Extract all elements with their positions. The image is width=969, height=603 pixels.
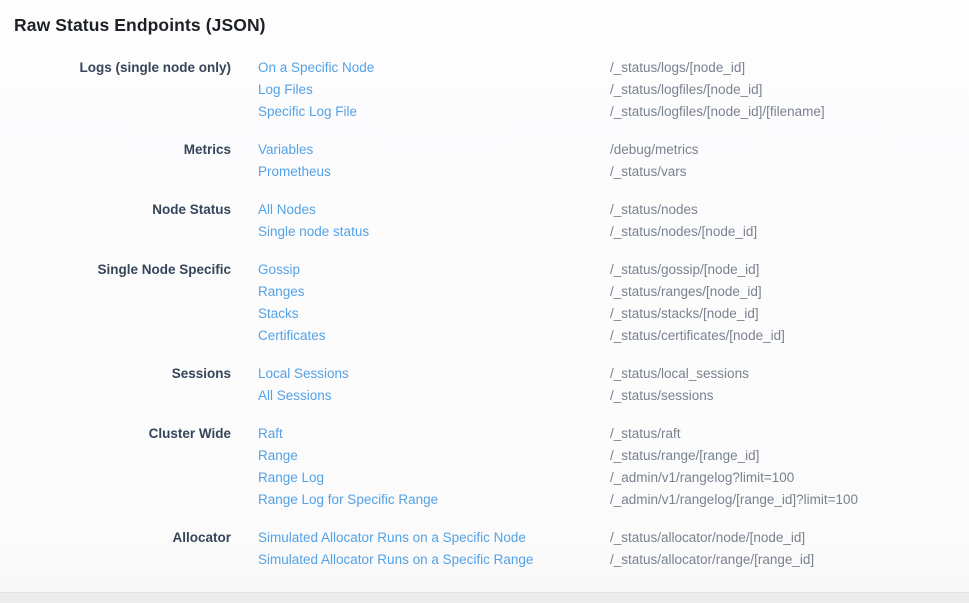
- endpoint-group: AllocatorSimulated Allocator Runs on a S…: [14, 527, 955, 571]
- endpoint-link[interactable]: Raft: [258, 423, 610, 445]
- endpoint-path: /_admin/v1/rangelog?limit=100: [610, 467, 858, 489]
- endpoint-link[interactable]: All Sessions: [258, 385, 610, 407]
- page-title: Raw Status Endpoints (JSON): [14, 15, 955, 36]
- endpoint-link[interactable]: Range: [258, 445, 610, 467]
- endpoint-group: Single Node SpecificGossipRangesStacksCe…: [14, 259, 955, 347]
- endpoint-link[interactable]: Variables: [258, 139, 610, 161]
- endpoint-path: /debug/metrics: [610, 139, 699, 161]
- endpoint-link[interactable]: Stacks: [258, 303, 610, 325]
- endpoint-path: /_status/local_sessions: [610, 363, 749, 385]
- endpoint-groups: Logs (single node only)On a Specific Nod…: [14, 57, 955, 571]
- endpoint-path: /_status/stacks/[node_id]: [610, 303, 785, 325]
- endpoint-link[interactable]: Range Log for Specific Range: [258, 489, 610, 511]
- endpoint-links: VariablesPrometheus: [258, 139, 610, 183]
- endpoint-paths: /_status/nodes/_status/nodes/[node_id]: [610, 199, 757, 243]
- endpoint-group: Node StatusAll NodesSingle node status/_…: [14, 199, 955, 243]
- endpoint-link[interactable]: Local Sessions: [258, 363, 610, 385]
- endpoint-link[interactable]: Prometheus: [258, 161, 610, 183]
- endpoint-paths: /_status/logs/[node_id]/_status/logfiles…: [610, 57, 825, 123]
- endpoint-path: /_status/logfiles/[node_id]: [610, 79, 825, 101]
- endpoint-links: On a Specific NodeLog FilesSpecific Log …: [258, 57, 610, 123]
- endpoint-link[interactable]: Range Log: [258, 467, 610, 489]
- category-label: Cluster Wide: [14, 423, 258, 445]
- raw-status-endpoints-page: Raw Status Endpoints (JSON) Logs (single…: [0, 0, 969, 571]
- endpoint-links: GossipRangesStacksCertificates: [258, 259, 610, 347]
- endpoint-path: /_status/allocator/range/[range_id]: [610, 549, 814, 571]
- category-label: Allocator: [14, 527, 258, 549]
- endpoint-paths: /debug/metrics/_status/vars: [610, 139, 699, 183]
- endpoint-link[interactable]: Simulated Allocator Runs on a Specific N…: [258, 527, 610, 549]
- endpoint-links: Simulated Allocator Runs on a Specific N…: [258, 527, 610, 571]
- endpoint-path: /_status/certificates/[node_id]: [610, 325, 785, 347]
- endpoint-link[interactable]: Ranges: [258, 281, 610, 303]
- endpoint-path: /_status/sessions: [610, 385, 749, 407]
- endpoint-paths: /_status/local_sessions/_status/sessions: [610, 363, 749, 407]
- endpoint-link[interactable]: All Nodes: [258, 199, 610, 221]
- endpoint-path: /_status/logs/[node_id]: [610, 57, 825, 79]
- endpoint-paths: /_status/raft/_status/range/[range_id]/_…: [610, 423, 858, 511]
- endpoint-link[interactable]: Simulated Allocator Runs on a Specific R…: [258, 549, 610, 571]
- endpoint-path: /_status/raft: [610, 423, 858, 445]
- endpoint-path: /_status/vars: [610, 161, 699, 183]
- endpoint-path: /_status/ranges/[node_id]: [610, 281, 785, 303]
- category-label: Sessions: [14, 363, 258, 385]
- endpoint-paths: /_status/allocator/node/[node_id]/_statu…: [610, 527, 814, 571]
- endpoint-path: /_status/nodes: [610, 199, 757, 221]
- endpoint-link[interactable]: Gossip: [258, 259, 610, 281]
- endpoint-group: Logs (single node only)On a Specific Nod…: [14, 57, 955, 123]
- endpoint-paths: /_status/gossip/[node_id]/_status/ranges…: [610, 259, 785, 347]
- endpoint-link[interactable]: Single node status: [258, 221, 610, 243]
- endpoint-links: Local SessionsAll Sessions: [258, 363, 610, 407]
- endpoint-link[interactable]: Specific Log File: [258, 101, 610, 123]
- category-label: Logs (single node only): [14, 57, 258, 79]
- endpoint-path: /_status/nodes/[node_id]: [610, 221, 757, 243]
- endpoint-path: /_admin/v1/rangelog/[range_id]?limit=100: [610, 489, 858, 511]
- endpoint-links: All NodesSingle node status: [258, 199, 610, 243]
- category-label: Metrics: [14, 139, 258, 161]
- endpoint-link[interactable]: Log Files: [258, 79, 610, 101]
- endpoint-group: SessionsLocal SessionsAll Sessions/_stat…: [14, 363, 955, 407]
- category-label: Node Status: [14, 199, 258, 221]
- endpoint-link[interactable]: Certificates: [258, 325, 610, 347]
- endpoint-path: /_status/range/[range_id]: [610, 445, 858, 467]
- endpoint-path: /_status/gossip/[node_id]: [610, 259, 785, 281]
- endpoint-group: Cluster WideRaftRangeRange LogRange Log …: [14, 423, 955, 511]
- endpoint-path: /_status/logfiles/[node_id]/[filename]: [610, 101, 825, 123]
- footer-strip: [0, 592, 969, 603]
- endpoint-group: MetricsVariablesPrometheus/debug/metrics…: [14, 139, 955, 183]
- category-label: Single Node Specific: [14, 259, 258, 281]
- endpoint-links: RaftRangeRange LogRange Log for Specific…: [258, 423, 610, 511]
- endpoint-link[interactable]: On a Specific Node: [258, 57, 610, 79]
- endpoint-path: /_status/allocator/node/[node_id]: [610, 527, 814, 549]
